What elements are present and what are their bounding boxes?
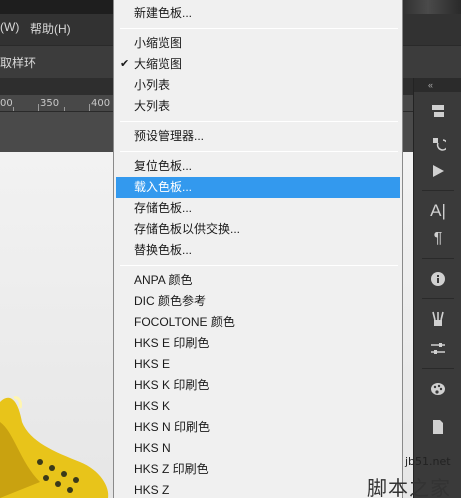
menu-item-large-list[interactable]: 大列表 (116, 96, 400, 117)
menu-item-save-swatches-exchange[interactable]: 存储色板以供交换... (116, 219, 400, 240)
brushes-icon[interactable] (424, 308, 452, 330)
menu-item-library[interactable]: HKS Z (116, 480, 400, 498)
menu-item-library[interactable]: HKS E (116, 354, 400, 375)
menu-item-save-swatches[interactable]: 存储色板... (116, 198, 400, 219)
paragraph-icon[interactable]: ¶ (424, 228, 452, 250)
menu-item-library[interactable]: HKS E 印刷色 (116, 333, 400, 354)
checkmark-icon: ✔ (120, 58, 130, 70)
ruler-tick-label: 350 (40, 98, 60, 109)
panel-dock-header[interactable]: « (414, 78, 461, 92)
menu-separator (120, 28, 398, 29)
menu-item-preset-manager[interactable]: 预设管理器... (116, 126, 400, 147)
menu-item-label: 大缩览图 (134, 57, 183, 71)
menu-item-small-list[interactable]: 小列表 (116, 75, 400, 96)
menu-item-load-swatches[interactable]: 载入色板... (116, 177, 400, 198)
ruler-tick-label: 400 (91, 98, 111, 109)
character-icon[interactable]: A| (424, 200, 452, 222)
palette-icon[interactable] (424, 378, 452, 400)
history-icon[interactable] (424, 132, 452, 154)
menu-item-small-thumbnail[interactable]: 小缩览图 (116, 33, 400, 54)
menu-item-library[interactable]: HKS K (116, 396, 400, 417)
menu-separator (120, 121, 398, 122)
menu-item-replace-swatches[interactable]: 替换色板... (116, 240, 400, 261)
menu-item-library[interactable]: DIC 颜色参考 (116, 291, 400, 312)
menubar-item-window[interactable]: (W) (0, 20, 19, 34)
yellow-object-image (0, 396, 109, 498)
collapse-icon[interactable]: « (428, 80, 433, 90)
menu-item-library[interactable]: FOCOLTONE 颜色 (116, 312, 400, 333)
ruler-tick-label: 00 (0, 98, 13, 109)
menu-item-large-thumbnail[interactable]: ✔ 大缩览图 (116, 54, 400, 75)
menu-item-library[interactable]: HKS Z 印刷色 (116, 459, 400, 480)
menu-item-reset-swatches[interactable]: 复位色板... (116, 156, 400, 177)
info-icon[interactable] (424, 268, 452, 290)
document-icon[interactable] (424, 416, 452, 438)
right-panel-dock: « A| ¶ (413, 78, 461, 498)
swatches-panel-menu: 新建色板... 小缩览图 ✔ 大缩览图 小列表 大列表 预设管理器... 复位色板… (113, 0, 403, 498)
watermark-text: 脚本之家 (367, 476, 451, 498)
menu-item-library[interactable]: HKS N (116, 438, 400, 459)
adjustments-icon[interactable] (424, 338, 452, 360)
menu-item-library[interactable]: HKS K 印刷色 (116, 375, 400, 396)
menu-item-new-swatch[interactable]: 新建色板... (116, 3, 400, 24)
menu-separator (120, 265, 398, 266)
sample-ring-label[interactable]: 取样环 (0, 54, 36, 71)
layers-3d-icon[interactable] (424, 100, 452, 122)
menu-item-library[interactable]: ANPA 颜色 (116, 270, 400, 291)
play-actions-icon[interactable] (424, 160, 452, 182)
menubar-item-help[interactable]: 帮助(H) (30, 20, 71, 37)
menu-separator (120, 151, 398, 152)
watermark-url: jb51.net (405, 455, 451, 468)
menu-item-library[interactable]: HKS N 印刷色 (116, 417, 400, 438)
